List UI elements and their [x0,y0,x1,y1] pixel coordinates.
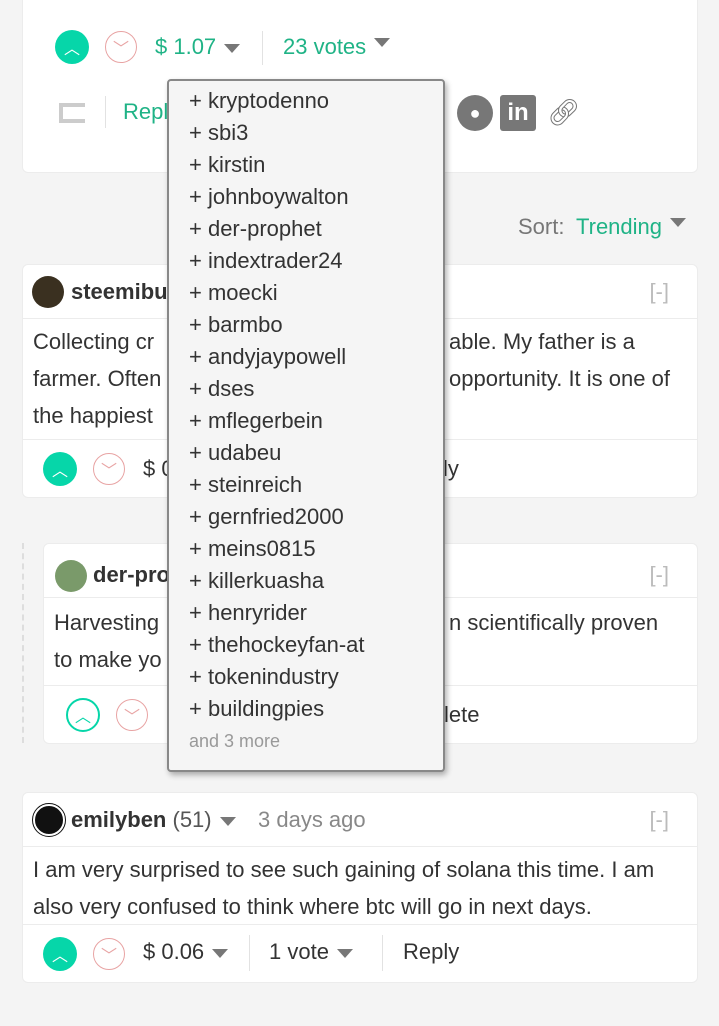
voter-item[interactable]: + buildingpies [189,693,443,725]
comment-text: able. My father is a [449,329,635,354]
voter-item[interactable]: + thehockeyfan-at [189,629,443,661]
votes-dropdown[interactable]: 1 vote [269,939,353,965]
caret-down-icon[interactable] [219,816,236,826]
voter-item[interactable]: + mflegerbein [189,405,443,437]
comment-author[interactable]: emilyben [71,807,166,832]
downvote-button[interactable]: ﹀ [105,31,137,63]
votes-dropdown[interactable]: 23 votes [283,34,391,60]
voter-item[interactable]: + kryptodenno [189,85,443,117]
link-icon[interactable]: 🔗︎ [547,97,580,128]
comment-text: farmer. Often [33,366,162,391]
voter-item[interactable]: + dses [189,373,443,405]
reply-link[interactable]: ly [443,456,459,482]
chevron-up-icon: ︿ [74,709,91,726]
payout-value: $ 0.06 [143,939,205,964]
voter-item[interactable]: + barmbo [189,309,443,341]
linkedin-icon[interactable]: in [500,95,536,131]
comment-text: I am very surprised to see such gaining … [33,857,655,919]
payout-value: $ 1.07 [155,34,217,59]
voter-item[interactable]: + meins0815 [189,533,443,565]
chevron-up-icon: ︿ [51,948,68,965]
comment-text: opportunity. It is one of [449,366,670,391]
voter-item[interactable]: + henryrider [189,597,443,629]
comment-card: emilyben (51) 3 days ago [-] I am very s… [22,792,698,983]
chevron-down-icon: ﹀ [100,948,117,965]
chevron-down-icon: ﹀ [112,41,129,58]
caret-down-icon [374,38,391,47]
comment-text: Collecting cr [33,329,155,354]
caret-down-icon [212,948,229,958]
votes-count: 1 vote [269,939,329,964]
voter-item[interactable]: + moecki [189,277,443,309]
caret-down-icon [670,218,687,227]
reddit-icon[interactable]: ● [457,95,493,131]
voter-item[interactable]: + andyjaypowell [189,341,443,373]
voter-item[interactable]: + gernfried2000 [189,501,443,533]
voter-item[interactable]: + steinreich [189,469,443,501]
downvote-button[interactable]: ﹀ [93,453,125,485]
sort-value: Trending [576,214,663,239]
comment-text: n scientifically proven [449,610,659,635]
more-voters[interactable]: and 3 more [189,731,443,752]
votes-count: 23 votes [283,34,367,59]
voter-item[interactable]: + johnboywalton [189,181,443,213]
voter-item[interactable]: + indextrader24 [189,245,443,277]
comment-author[interactable]: steemibu [71,279,168,305]
upvote-button[interactable]: ︿ [43,452,77,486]
collapse-button[interactable]: [-] [649,279,669,305]
chevron-up-icon: ︿ [51,463,68,480]
payout-dropdown[interactable]: $ 1.07 [155,34,241,60]
upvote-button[interactable]: ︿ [43,937,77,971]
sort-dropdown[interactable]: Trending [576,214,687,240]
avatar[interactable] [32,803,66,837]
collapse-button[interactable]: [-] [649,562,669,588]
timestamp[interactable]: 3 days ago [258,807,366,833]
voter-item[interactable]: + kirstin [189,149,443,181]
chevron-down-icon: ﹀ [123,709,140,726]
downvote-button[interactable]: ﹀ [93,938,125,970]
caret-down-icon [224,43,241,53]
reputation: (51) [172,807,212,832]
voter-item[interactable]: + tokenindustry [189,661,443,693]
voter-item[interactable]: + der-prophet [189,213,443,245]
voter-item[interactable]: + udabeu [189,437,443,469]
avatar[interactable] [55,560,87,592]
upvote-button[interactable]: ︿ [55,30,89,64]
comment-text: Harvesting [54,610,160,635]
sort-label: Sort: [518,214,565,239]
collapse-button[interactable]: [-] [649,807,669,833]
voters-dropdown: + kryptodenno + sbi3 + kirstin + johnboywal… [167,79,445,772]
chevron-up-icon: ︿ [63,41,80,58]
comment-author[interactable]: der-pro [93,562,170,588]
payout-dropdown[interactable]: $ 0.06 [143,939,229,965]
voter-item[interactable]: + killerkuasha [189,565,443,597]
downvote-button[interactable]: ﹀ [116,699,148,731]
resteem-icon[interactable] [59,103,85,123]
reply-link[interactable]: Reply [403,939,459,965]
chevron-down-icon: ﹀ [100,463,117,480]
delete-link[interactable]: lete [444,702,479,728]
avatar[interactable] [32,276,64,308]
upvote-button[interactable]: ︿ [66,698,100,732]
voter-item[interactable]: + sbi3 [189,117,443,149]
caret-down-icon [336,948,353,958]
